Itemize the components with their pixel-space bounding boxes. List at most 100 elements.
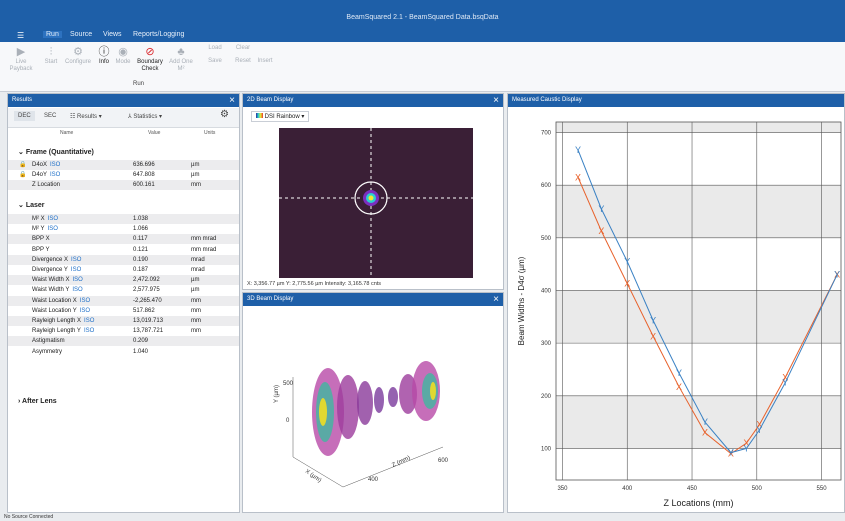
close-icon[interactable]: × [229,94,235,107]
ribbon-group-label: Run [133,81,145,87]
tab-statistics[interactable]: ⅄ Statistics ▾ [128,113,162,120]
row-unit: mm [191,328,201,335]
data-point-y: Y [624,257,630,267]
row-value: 0.187 [133,267,149,273]
close-icon[interactable]: × [493,293,499,306]
lock-icon[interactable]: 🔒 [19,170,26,180]
iso-link[interactable]: ISO [84,318,94,324]
z-tick-400: 400 [368,477,379,483]
row-value: 2,472.092 [133,277,160,284]
save-button[interactable]: Save [200,58,230,65]
iso-link[interactable]: ISO [84,328,94,334]
data-point-y: Y [743,443,749,453]
boundary-check-button[interactable]: ⊘ Boundary Check [134,45,166,73]
x-tick-label: 350 [557,486,568,492]
y-tick-label: 400 [541,288,552,294]
window-title: BeamSquared 2.1 - BeamSquared Data.bsqDa… [346,14,499,21]
iso-link[interactable]: ISO [48,216,58,222]
y-tick-label: 500 [541,236,552,242]
iso-link[interactable]: ISO [80,298,90,304]
iso-link[interactable]: ISO [50,162,60,168]
load-button[interactable]: Load [200,45,230,52]
lock-icon[interactable]: 🔒 [19,160,26,170]
clear-button[interactable]: Clear [228,45,258,52]
iso-link[interactable]: ISO [72,287,82,293]
row-name: Waist Width X ISO [32,277,83,284]
row-value: 0.190 [133,256,149,263]
y-tick-0: 0 [286,418,290,424]
table-row[interactable]: Astigmatism 0.209 [8,336,239,347]
row-name: Astigmatism [32,338,65,345]
group-laser[interactable]: ⌄ Laser [18,200,45,211]
z-tick-600: 600 [438,458,449,464]
row-unit: mrad [191,256,205,263]
caustic-header: Measured Caustic Display [508,94,844,107]
table-row[interactable]: Z Location 600.161 mm [8,180,239,191]
table-row[interactable]: Waist Width Y ISO 2,577.975 µm [8,285,239,295]
y-tick-label: 200 [541,394,552,400]
table-row[interactable]: M² X ISO 1.038 [8,214,239,224]
tab-dec[interactable]: DEC [14,111,35,121]
beam-3d-panel: 3D Beam Display × 500 0 Y (µm) 400 600 Z … [242,292,504,513]
table-row[interactable]: 🔒 D4oY ISO 647.808 µm [8,170,239,180]
table-row[interactable]: Rayleigh Length Y ISO 13,787.721 mm [8,326,239,336]
add-one-button[interactable]: ♣ Add One M² [166,45,196,73]
row-name: M² Y ISO [32,226,58,233]
beam-3d-header: 3D Beam Display × [243,293,503,306]
tab-sec[interactable]: SEC [44,113,56,119]
row-unit: mrad [191,267,205,273]
iso-link[interactable]: ISO [71,267,81,273]
iso-link[interactable]: ISO [50,172,60,178]
hamburger-icon[interactable]: ☰ [17,31,24,40]
iso-link[interactable]: ISO [48,226,58,232]
beam-2d-image[interactable] [279,128,473,278]
caustic-chart[interactable]: 100 200 300 400 500 600 700 350 400 450 500 550 Z Lo… [508,108,845,513]
data-point-y: Y [834,270,840,280]
caustic-panel: Measured Caustic Display 100 200 300 400 500… [507,93,845,513]
close-icon[interactable]: × [493,94,499,107]
boundary-check-icon: ⊘ [145,46,155,58]
menu-run[interactable]: Run [43,31,62,38]
menu-views[interactable]: Views [103,31,122,38]
insert-button[interactable]: Insert [250,58,280,65]
table-row[interactable]: Waist Width X ISO 2,472.092 µm [8,275,239,286]
beam-3d-view[interactable]: 500 0 Y (µm) 400 600 Z (mm) X (µm) [243,307,503,512]
table-row[interactable]: Waist Location X ISO -2,265.470 mm [8,295,239,306]
iso-link[interactable]: ISO [71,257,81,263]
table-row[interactable]: BPP X 0.117 mm mrad [8,234,239,245]
group-after-lens[interactable]: › After Lens [18,396,57,407]
row-value: 13,787.721 [133,328,164,335]
table-row[interactable]: M² Y ISO 1.066 [8,224,239,234]
data-point-y: Y [702,417,708,427]
row-name: BPP Y [32,246,50,253]
table-row[interactable]: BPP Y 0.121 mm mrad [8,245,239,255]
settings-gear-icon[interactable]: ⚙ [220,109,229,120]
group-frame[interactable]: ⌄ Frame (Quantitative) [18,147,94,158]
table-row[interactable]: 🔒 D4oX ISO 636.696 µm [8,160,239,170]
data-point-x: X [676,382,682,392]
row-value: 517.862 [133,307,155,314]
y-tick-label: 600 [541,183,552,189]
iso-link[interactable]: ISO [80,308,90,314]
table-row[interactable]: Waist Location Y ISO 517.862 mm [8,306,239,316]
x-axis-label: X (µm) [304,469,322,484]
menu-reports[interactable]: Reports/Logging [133,31,184,38]
x-tick-label: 450 [687,486,698,492]
row-value: 0.209 [133,338,149,345]
tab-results[interactable]: ☷ Results ▾ [70,113,102,120]
palette-swatch-icon [256,113,263,118]
start-button[interactable]: ⫶ Start [36,45,66,66]
row-name: M² X ISO [32,216,59,222]
data-point-y: Y [650,315,656,325]
live-payback-button[interactable]: ▶ Live Payback [6,45,36,73]
iso-link[interactable]: ISO [72,277,82,283]
table-row[interactable]: Asymmetry 1.040 [8,347,239,357]
table-row[interactable]: Divergence Y ISO 0.187 mrad [8,265,239,275]
table-row[interactable]: Rayleigh Length X ISO 13,019.713 mm [8,316,239,326]
palette-select[interactable]: DSI Rainbow ▾ [251,111,310,122]
y-tick-500: 500 [283,381,294,387]
menu-source[interactable]: Source [70,31,92,38]
row-value: -2,265.470 [133,297,162,304]
data-point-y: Y [728,448,734,458]
table-row[interactable]: Divergence X ISO 0.190 mrad [8,254,239,265]
